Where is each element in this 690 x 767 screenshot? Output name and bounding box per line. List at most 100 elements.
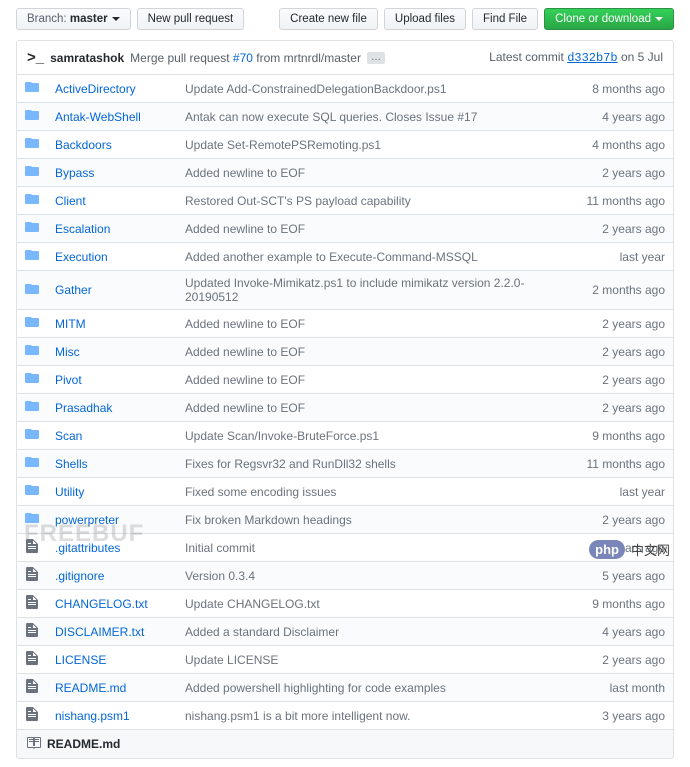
file-age: 2 years ago — [574, 310, 674, 338]
file-age: 2 months ago — [574, 271, 674, 310]
caret-down-icon — [112, 17, 120, 21]
repo-toolbar: Branch: master New pull request Create n… — [16, 8, 674, 30]
file-row: .gitignoreVersion 0.3.45 years ago — [17, 562, 674, 590]
new-pull-request-button[interactable]: New pull request — [137, 8, 245, 30]
file-commit-message[interactable]: Update CHANGELOG.txt — [177, 590, 574, 618]
file-commit-message[interactable]: Added newline to EOF — [177, 338, 574, 366]
file-age: 11 months ago — [574, 450, 674, 478]
file-name-link[interactable]: CHANGELOG.txt — [55, 597, 148, 611]
file-name-link[interactable]: DISCLAIMER.txt — [55, 625, 144, 639]
file-row: MiscAdded newline to EOF2 years ago — [17, 338, 674, 366]
file-age: 4 months ago — [574, 131, 674, 159]
branch-label: Branch: — [27, 13, 67, 25]
file-name-link[interactable]: Antak-WebShell — [55, 110, 141, 124]
file-name-link[interactable]: Shells — [55, 457, 88, 471]
file-age: 5 years ago — [574, 534, 674, 562]
find-file-button[interactable]: Find File — [472, 8, 538, 30]
file-commit-message[interactable]: Antak can now execute SQL queries. Close… — [177, 103, 574, 131]
create-new-file-button[interactable]: Create new file — [279, 8, 378, 30]
file-name-link[interactable]: nishang.psm1 — [55, 709, 130, 723]
folder-icon — [25, 248, 39, 262]
commit-sha-link[interactable]: d332b7b — [567, 51, 617, 65]
file-row: MITM Added newline to EOF2 years ago — [17, 310, 674, 338]
commit-message[interactable]: Merge pull request #70 from mrtnrdl/mast… — [130, 51, 361, 65]
file-name-link[interactable]: ActiveDirectory — [55, 82, 136, 96]
commit-meta: Latest commit d332b7b on 5 Jul — [489, 50, 663, 65]
file-name-link[interactable]: Execution — [55, 250, 108, 264]
file-name-link[interactable]: MITM — [55, 317, 86, 331]
file-age: 2 years ago — [574, 215, 674, 243]
file-name-link[interactable]: Bypass — [55, 166, 94, 180]
latest-commit-bar: >_ samratashok Merge pull request #70 fr… — [16, 40, 674, 75]
file-commit-message[interactable]: Fix broken Markdown headings — [177, 506, 574, 534]
file-commit-message[interactable]: Added newline to EOF — [177, 159, 574, 187]
file-commit-message[interactable]: Update LICENSE — [177, 646, 574, 674]
file-commit-message[interactable]: nishang.psm1 is a bit more intelligent n… — [177, 702, 574, 730]
file-commit-message[interactable]: Added newline to EOF — [177, 215, 574, 243]
upload-files-button[interactable]: Upload files — [384, 8, 466, 30]
file-commit-message[interactable]: Update Add-ConstrainedDelegationBackdoor… — [177, 75, 574, 103]
file-commit-message[interactable]: Added a standard Disclaimer — [177, 618, 574, 646]
file-name-link[interactable]: Utility — [55, 485, 84, 499]
file-name-link[interactable]: LICENSE — [55, 653, 106, 667]
book-icon — [27, 737, 41, 751]
folder-icon — [25, 220, 39, 234]
file-commit-message[interactable]: Version 0.3.4 — [177, 562, 574, 590]
file-name-link[interactable]: Pivot — [55, 373, 82, 387]
file-row: .gitattributes Initial commit5 years ago — [17, 534, 674, 562]
file-commit-message[interactable]: Added powershell highlighting for code e… — [177, 674, 574, 702]
file-age: 2 years ago — [574, 646, 674, 674]
file-commit-message[interactable]: Added newline to EOF — [177, 310, 574, 338]
file-icon — [25, 623, 39, 637]
folder-icon — [25, 399, 39, 413]
file-age: 2 years ago — [574, 506, 674, 534]
file-commit-message[interactable]: Initial commit — [177, 534, 574, 562]
file-name-link[interactable]: Prasadhak — [55, 401, 112, 415]
file-name-link[interactable]: README.md — [55, 681, 126, 695]
file-row: Antak-WebShell Antak can now execute SQL … — [17, 103, 674, 131]
pr-link[interactable]: #70 — [233, 51, 253, 65]
file-name-link[interactable]: .gitignore — [55, 569, 104, 583]
file-name-link[interactable]: Misc — [55, 345, 80, 359]
file-age: last month — [574, 674, 674, 702]
clone-download-button[interactable]: Clone or download — [544, 8, 674, 30]
folder-icon — [25, 315, 39, 329]
folder-icon — [25, 282, 39, 296]
file-age: 11 months ago — [574, 187, 674, 215]
file-name-link[interactable]: Gather — [55, 283, 92, 297]
file-name-link[interactable]: .gitattributes — [55, 541, 120, 555]
file-icon — [25, 567, 39, 581]
file-age: 2 years ago — [574, 159, 674, 187]
file-commit-message[interactable]: Fixed some encoding issues — [177, 478, 574, 506]
file-name-link[interactable]: Escalation — [55, 222, 110, 236]
branch-selector[interactable]: Branch: master — [16, 8, 131, 30]
commit-ellipsis[interactable]: … — [367, 52, 385, 64]
file-row: LICENSE Update LICENSE2 years ago — [17, 646, 674, 674]
file-commit-message[interactable]: Added another example to Execute-Command… — [177, 243, 574, 271]
file-row: Execution Added another example to Execut… — [17, 243, 674, 271]
file-row: CHANGELOG.txtUpdate CHANGELOG.txt9 month… — [17, 590, 674, 618]
folder-icon — [25, 80, 39, 94]
file-row: Bypass Added newline to EOF2 years ago — [17, 159, 674, 187]
file-age: 4 years ago — [574, 618, 674, 646]
file-commit-message[interactable]: Added newline to EOF — [177, 366, 574, 394]
folder-icon — [25, 511, 39, 525]
folder-icon — [25, 371, 39, 385]
file-age: 4 years ago — [574, 103, 674, 131]
file-commit-message[interactable]: Fixes for Regsvr32 and RunDll32 shells — [177, 450, 574, 478]
file-age: 2 years ago — [574, 366, 674, 394]
folder-icon — [25, 108, 39, 122]
file-name-link[interactable]: Client — [55, 194, 86, 208]
file-name-link[interactable]: Scan — [55, 429, 82, 443]
file-commit-message[interactable]: Update Scan/Invoke-BruteForce.ps1 — [177, 422, 574, 450]
file-name-link[interactable]: powerpreter — [55, 513, 119, 527]
file-commit-message[interactable]: Added newline to EOF — [177, 394, 574, 422]
file-commit-message[interactable]: Updated Invoke-Mimikatz.ps1 to include m… — [177, 271, 574, 310]
file-commit-message[interactable]: Update Set-RemotePSRemoting.ps1 — [177, 131, 574, 159]
file-commit-message[interactable]: Restored Out-SCT's PS payload capability — [177, 187, 574, 215]
file-row: README.md Added powershell highlighting f… — [17, 674, 674, 702]
file-age: last year — [574, 243, 674, 271]
folder-icon — [25, 164, 39, 178]
file-name-link[interactable]: Backdoors — [55, 138, 112, 152]
commit-author[interactable]: samratashok — [50, 51, 124, 65]
